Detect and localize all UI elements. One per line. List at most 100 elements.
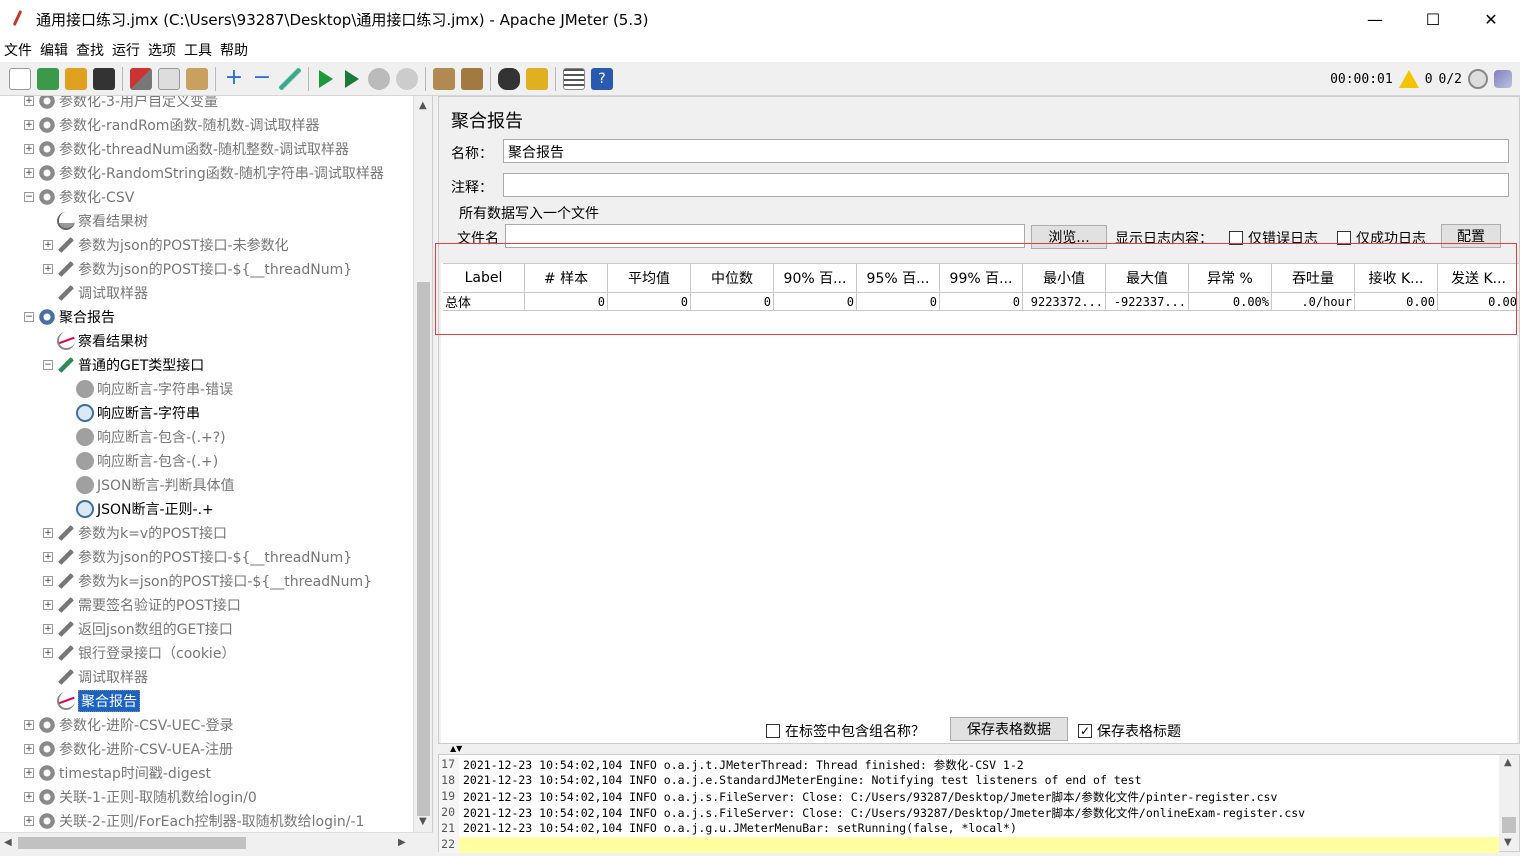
paste-icon[interactable]: [186, 67, 208, 90]
tree-item[interactable]: + 参数为json的POST接口-${__threadNum}: [43, 545, 352, 569]
menu-options[interactable]: 选项: [144, 40, 180, 60]
scroll-down-icon[interactable]: ▼: [1504, 837, 1512, 848]
expand-toggle-icon[interactable]: +: [43, 264, 53, 274]
tree-item[interactable]: + 需要签名验证的POST接口: [43, 593, 241, 617]
clear-icon[interactable]: [433, 67, 455, 90]
open-icon[interactable]: [65, 67, 87, 90]
expand-toggle-icon[interactable]: −: [43, 360, 53, 370]
tree-vertical-scrollbar[interactable]: ▲ ▼: [413, 96, 432, 832]
expand-toggle-icon[interactable]: +: [43, 600, 53, 610]
tree-item[interactable]: JSON断言-判断具体值: [62, 473, 235, 497]
log-scrollbar[interactable]: ▲ ▼: [1499, 755, 1519, 851]
tree-item[interactable]: + 参数化-3-用户自定义变量: [24, 96, 218, 113]
expand-toggle-icon[interactable]: −: [24, 312, 34, 322]
menu-tools[interactable]: 工具: [180, 40, 216, 60]
expand-toggle-icon[interactable]: −: [24, 192, 34, 202]
include-group-checkbox[interactable]: 在标签中包含组名称？: [766, 721, 925, 741]
tree-item[interactable]: + 参数化-randRom函数-随机数-调试取样器: [24, 113, 320, 137]
expand-icon[interactable]: +: [223, 66, 245, 90]
expand-toggle-icon[interactable]: +: [24, 120, 34, 130]
tree-item[interactable]: + 返回json数组的GET接口: [43, 617, 233, 641]
scroll-up-icon[interactable]: ▲: [419, 100, 427, 111]
log-panel[interactable]: ▲ ▼ 17 2021-12-23 10:54:02,104 INFO o.a.j…: [438, 754, 1520, 853]
new-icon[interactable]: [9, 67, 31, 90]
toggle-icon[interactable]: [279, 67, 301, 90]
tree-item[interactable]: − 普通的GET类型接口: [43, 353, 204, 377]
log-splitter[interactable]: ▲▼: [438, 744, 1520, 754]
tree-item[interactable]: 聚合报告: [43, 689, 140, 713]
start-no-pauses-icon[interactable]: [345, 69, 359, 88]
tree-item[interactable]: + 参数为k=json的POST接口-${__threadNum}: [43, 569, 372, 593]
function-helper-icon[interactable]: [563, 67, 585, 90]
expand-toggle-icon[interactable]: +: [43, 648, 53, 658]
tree-item[interactable]: 调试取样器: [43, 281, 148, 305]
expand-toggle-icon[interactable]: +: [24, 96, 34, 106]
tree-item[interactable]: 察看结果树: [43, 209, 148, 233]
menu-help[interactable]: 帮助: [216, 40, 252, 60]
help-icon[interactable]: ?: [591, 67, 613, 90]
tree-item[interactable]: 调试取样器: [43, 665, 148, 689]
tree-item[interactable]: + 参数化-RandomString函数-随机字符串-调试取样器: [24, 161, 384, 185]
collapse-icon[interactable]: −: [251, 66, 273, 90]
tree-item[interactable]: + 参数为json的POST接口-${__threadNum}: [43, 257, 352, 281]
scroll-thumb[interactable]: [417, 282, 430, 816]
binoculars-icon[interactable]: [498, 67, 520, 90]
tree-item[interactable]: + 关联-2-正则/ForEach控制器-取随机数给login/-1: [24, 809, 364, 832]
expand-toggle-icon[interactable]: +: [43, 576, 53, 586]
name-field[interactable]: 聚合报告: [503, 139, 1509, 163]
menu-search[interactable]: 查找: [72, 40, 108, 60]
expand-toggle-icon[interactable]: +: [24, 144, 34, 154]
tree-horizontal-scrollbar[interactable]: ◀ ▶: [0, 832, 433, 852]
tree-item[interactable]: + 参数化-threadNum函数-随机整数-调试取样器: [24, 137, 349, 161]
scroll-thumb[interactable]: [1502, 817, 1516, 833]
scroll-left-icon[interactable]: ◀: [4, 837, 12, 848]
scroll-up-icon[interactable]: ▲: [1504, 757, 1512, 768]
clear-all-icon[interactable]: [461, 67, 483, 90]
expand-toggle-icon[interactable]: +: [24, 744, 34, 754]
close-button[interactable]: ✕: [1462, 0, 1520, 38]
tree-item[interactable]: 响应断言-包含-(.+?): [62, 425, 226, 449]
expand-toggle-icon[interactable]: +: [43, 552, 53, 562]
expand-toggle-icon[interactable]: +: [24, 792, 34, 802]
cut-icon[interactable]: [130, 67, 152, 90]
broom-icon[interactable]: [526, 67, 548, 90]
tree-item[interactable]: + 参数化-进阶-CSV-UEC-登录: [24, 713, 234, 737]
menu-file[interactable]: 文件: [0, 40, 36, 60]
save-icon[interactable]: [93, 67, 115, 90]
expand-toggle-icon[interactable]: +: [43, 528, 53, 538]
expand-toggle-icon[interactable]: +: [24, 720, 34, 730]
tree-item[interactable]: − 聚合报告: [24, 305, 115, 329]
tree-item[interactable]: + 参数为json的POST接口-未参数化: [43, 233, 289, 257]
menu-run[interactable]: 运行: [108, 40, 144, 60]
tree-item[interactable]: 响应断言-字符串-错误: [62, 377, 233, 401]
tree-item[interactable]: 响应断言-字符串: [62, 401, 200, 425]
tree-item[interactable]: 察看结果树: [43, 329, 148, 353]
tree-item[interactable]: + 银行登录接口（cookie）: [43, 641, 235, 665]
expand-toggle-icon[interactable]: +: [43, 240, 53, 250]
scroll-thumb[interactable]: [18, 837, 246, 849]
expand-toggle-icon[interactable]: +: [24, 768, 34, 778]
tree-item[interactable]: + timestap时间戳-digest: [24, 761, 211, 785]
save-table-button[interactable]: 保存表格数据: [950, 717, 1068, 741]
scroll-right-icon[interactable]: ▶: [398, 837, 406, 848]
expand-toggle-icon[interactable]: +: [43, 624, 53, 634]
remote-status-icon[interactable]: [1468, 69, 1488, 89]
stop-icon[interactable]: [368, 67, 390, 90]
tree-item[interactable]: 响应断言-包含-(.+): [62, 449, 218, 473]
warning-icon[interactable]: [1398, 70, 1419, 88]
expand-toggle-icon[interactable]: +: [24, 816, 34, 826]
checkbox-box[interactable]: [766, 724, 780, 738]
start-icon[interactable]: [319, 69, 333, 88]
menu-edit[interactable]: 编辑: [36, 40, 72, 60]
minimize-button[interactable]: —: [1346, 0, 1404, 38]
log-viewer-icon[interactable]: [1494, 70, 1512, 88]
tree-item[interactable]: + 参数化-进阶-CSV-UEA-注册: [24, 737, 233, 761]
shutdown-icon[interactable]: [396, 67, 418, 90]
save-header-checkbox[interactable]: ✓ 保存表格标题: [1078, 721, 1181, 741]
tree-item[interactable]: JSON断言-正则-.+: [62, 497, 214, 521]
expand-toggle-icon[interactable]: +: [24, 168, 34, 178]
tree-item[interactable]: + 参数为k=v的POST接口: [43, 521, 227, 545]
tree-item[interactable]: − 参数化-CSV: [24, 185, 134, 209]
results-table[interactable]: Label # 样本 平均值 中位数 90% 百... 95% 百... 99% 百... 最…: [441, 263, 1520, 743]
test-plan-tree[interactable]: + 参数化-3-用户自定义变量 + 参数化-randRom函数-随机数-调试取样器 + 参…: [0, 96, 433, 832]
